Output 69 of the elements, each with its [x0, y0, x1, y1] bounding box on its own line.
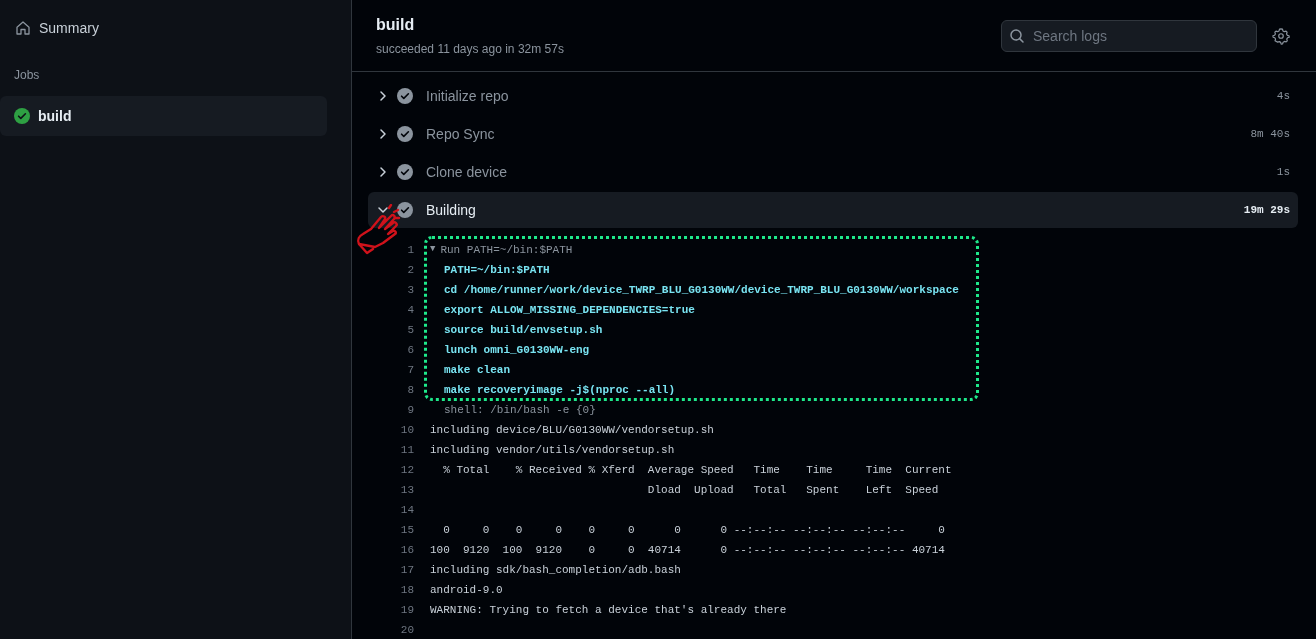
- collapse-marker[interactable]: ▼: [430, 243, 436, 257]
- check-circle-icon: [397, 202, 413, 218]
- step-duration: 19m 29s: [1243, 202, 1290, 218]
- check-circle-icon: [14, 108, 30, 124]
- log-text: including sdk/bash_completion/adb.bash: [430, 562, 681, 578]
- line-number: 8: [406, 382, 415, 398]
- log-text: shell: /bin/bash -e {0}: [444, 402, 596, 418]
- line-number: 10: [399, 422, 415, 438]
- step-duration: 1s: [1276, 164, 1290, 180]
- log-text: WARNING: Trying to fetch a device that's already there: [430, 602, 787, 618]
- log-text: 100 9120 100 9120 0 0 40714 0 --:--:-- --:--:-- --:--:-- 40714: [430, 542, 945, 558]
- step-duration: 8m 40s: [1250, 126, 1290, 142]
- line-number: 20: [399, 622, 415, 638]
- line-number: 12: [399, 462, 415, 478]
- settings-icon[interactable]: [1272, 26, 1290, 45]
- check-circle-icon: [397, 88, 413, 104]
- step-name: Building: [426, 200, 477, 220]
- line-number: 2: [406, 262, 415, 278]
- job-status: succeeded 11 days ago in 32m 57s: [376, 41, 565, 58]
- line-number: 7: [406, 362, 415, 378]
- step-row[interactable]: Building 19m 29s: [368, 192, 1298, 228]
- command-text: export ALLOW_MISSING_DEPENDENCIES=true: [444, 302, 695, 318]
- log-text: % Total % Received % Xferd Average Speed Time Time Time Current: [442, 462, 952, 478]
- chevron-icon[interactable]: [377, 166, 389, 178]
- chevron-icon[interactable]: [377, 204, 389, 216]
- line-number: 11: [399, 442, 415, 458]
- search-field[interactable]: Search logs: [1001, 19, 1257, 52]
- line-number: 13: [399, 482, 415, 498]
- command-text: make recoveryimage -j$(nproc --all): [444, 382, 676, 398]
- log-text: including device/BLU/G0130WW/vendorsetup.sh: [430, 422, 714, 438]
- line-number: 17: [399, 562, 415, 578]
- chevron-icon[interactable]: [377, 128, 389, 140]
- command-text: lunch omni_G0130WW-eng: [444, 342, 590, 358]
- step-row[interactable]: Repo Sync 8m 40s: [368, 116, 1298, 152]
- line-number: 6: [406, 342, 415, 358]
- step-name: Repo Sync: [426, 124, 496, 144]
- log-text: Run PATH=~/bin:$PATH: [440, 242, 573, 258]
- step-duration: 4s: [1276, 88, 1290, 104]
- step-name: Initialize repo: [426, 86, 510, 106]
- line-number: 4: [406, 302, 415, 318]
- log-text: including vendor/utils/vendorsetup.sh: [430, 442, 675, 458]
- line-number: 15: [399, 522, 415, 538]
- log-text: Dload Upload Total Spent Left Speed: [646, 482, 939, 498]
- summary-link[interactable]: Summary: [0, 17, 327, 39]
- command-text: cd /home/runner/work/device_TWRP_BLU_G0130WW/device_TWRP_BLU_G0130WW/workspace: [444, 282, 959, 298]
- check-circle-icon: [397, 164, 413, 180]
- command-text: source build/envsetup.sh: [444, 322, 603, 338]
- search-icon: [1009, 27, 1025, 44]
- step-row[interactable]: Initialize repo 4s: [368, 78, 1298, 114]
- job-title: build: [376, 15, 416, 35]
- command-text: make clean: [444, 362, 510, 378]
- command-text: PATH=~/bin:$PATH: [444, 262, 550, 278]
- line-number: 3: [406, 282, 415, 298]
- home-icon: [15, 20, 31, 36]
- line-number: 14: [399, 502, 415, 518]
- step-row[interactable]: Clone device 1s: [368, 154, 1298, 190]
- check-circle-icon: [397, 126, 413, 142]
- log-text: 0 0 0 0 0 0 0 0 --:--:-- --:--:-- --:--:-- 0: [442, 522, 945, 538]
- line-number: 1: [406, 242, 415, 258]
- step-name: Clone device: [426, 162, 508, 182]
- job-item[interactable]: build: [0, 96, 327, 136]
- section-heading: Jobs: [13, 67, 41, 84]
- line-number: 19: [399, 602, 415, 618]
- line-number: 18: [399, 582, 415, 598]
- chevron-icon[interactable]: [377, 90, 389, 102]
- line-number: 5: [406, 322, 415, 338]
- line-number: 16: [399, 542, 415, 558]
- log-text: android-9.0: [430, 582, 503, 598]
- line-number: 9: [406, 402, 415, 418]
